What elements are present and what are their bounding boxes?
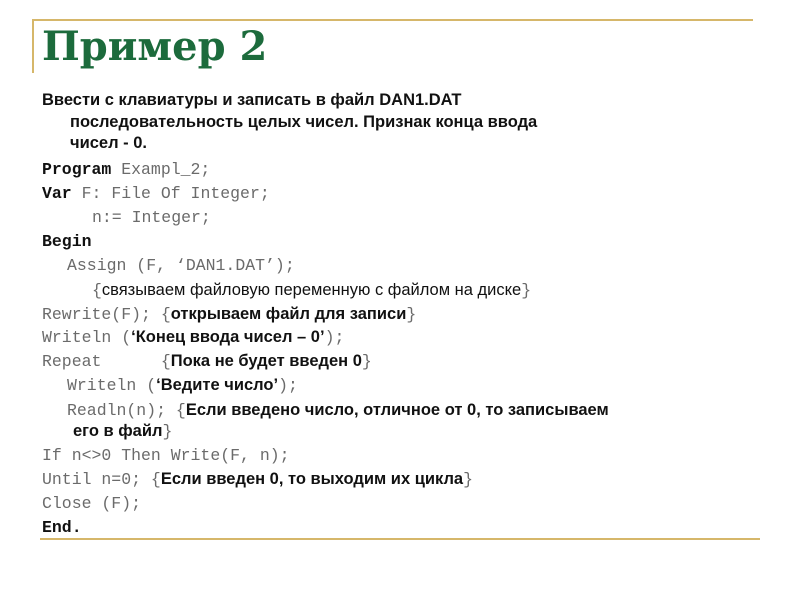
- code-line-n: n:= Integer;: [92, 205, 211, 229]
- rewrite-statement: Rewrite(F);: [42, 305, 161, 324]
- task-line-3: чисел - 0.: [70, 134, 147, 152]
- comment-until: Если введен 0, то выходим их цикла: [160, 470, 464, 488]
- assign-statement: Assign (F, ‘DAN1.DAT’);: [67, 256, 295, 275]
- brace-close: }: [521, 281, 532, 300]
- if-statement: If n<>0 Then Write(F, n);: [42, 446, 290, 465]
- brace-close: }: [463, 470, 474, 489]
- code-line-writeln-2: Writeln (‘Ведите число’);: [67, 373, 298, 397]
- repeat-keyword: Repeat: [42, 352, 161, 371]
- keyword-program: Program: [42, 160, 112, 179]
- writeln-string: ‘Конец ввода чисел – 0’: [131, 328, 325, 346]
- code-line-var: Var F: File Of Integer;: [42, 181, 270, 205]
- code-line-writeln-1: Writeln (‘Конец ввода чисел – 0’);: [42, 325, 344, 349]
- slide-title: Пример 2: [42, 23, 268, 70]
- code-line-assign: Assign (F, ‘DAN1.DAT’);: [67, 253, 295, 277]
- writeln-string: ‘Ведите число’: [156, 376, 279, 394]
- frame-bottom-line: [40, 538, 760, 540]
- writeln-call: Writeln (: [42, 328, 132, 347]
- code-line-readln-cont: его в файл}: [73, 419, 172, 443]
- program-name: Exampl_2;: [111, 160, 211, 179]
- code-line-begin: Begin: [42, 229, 92, 253]
- writeln-end: );: [278, 376, 298, 395]
- brace-open: {: [160, 352, 171, 371]
- brace-open: {: [175, 401, 186, 420]
- comment-readln: Если введено число, отличное от 0, то за…: [185, 401, 609, 419]
- writeln-call: Writeln (: [67, 376, 157, 395]
- code-line-if: If n<>0 Then Write(F, n);: [42, 443, 290, 467]
- readln-statement: Readln(n);: [67, 401, 176, 420]
- keyword-begin: Begin: [42, 232, 92, 251]
- brace-open: {: [160, 305, 171, 324]
- code-line-close: Close (F);: [42, 491, 141, 515]
- frame-top-line: [33, 19, 753, 21]
- brace-open: {: [150, 470, 161, 489]
- comment-rewrite: открываем файл для записи: [170, 305, 407, 323]
- keyword-var: Var: [42, 184, 72, 203]
- n-declaration: n:= Integer;: [92, 208, 211, 227]
- code-line-until: Until n=0; {Если введен 0, то выходим их…: [42, 467, 473, 491]
- until-statement: Until n=0;: [42, 470, 151, 489]
- writeln-end: );: [324, 328, 345, 347]
- brace-close: }: [361, 352, 372, 371]
- code-line-assign-comment: {связываем файловую переменную с файлом …: [92, 278, 531, 302]
- comment-readln-cont: его в файл: [73, 422, 163, 440]
- code-line-end: End.: [42, 515, 82, 539]
- frame-left-line: [32, 19, 34, 73]
- keyword-end: End.: [42, 518, 82, 537]
- var-declaration: F: File Of Integer;: [71, 184, 270, 203]
- comment-assign: связываем файловую переменную с файлом н…: [101, 281, 522, 299]
- brace-open: {: [92, 281, 102, 300]
- comment-repeat: Пока не будет введен 0: [170, 352, 362, 370]
- code-line-rewrite: Rewrite(F); {открываем файл для записи}: [42, 302, 416, 326]
- code-line-program: Program Exampl_2;: [42, 157, 210, 181]
- close-statement: Close (F);: [42, 494, 142, 513]
- task-line-1: Ввести с клавиатуры и записать в файл DA…: [42, 91, 462, 109]
- brace-close: }: [406, 305, 417, 324]
- brace-close: }: [162, 422, 173, 441]
- code-line-repeat: Repeat {Пока не будет введен 0}: [42, 349, 372, 373]
